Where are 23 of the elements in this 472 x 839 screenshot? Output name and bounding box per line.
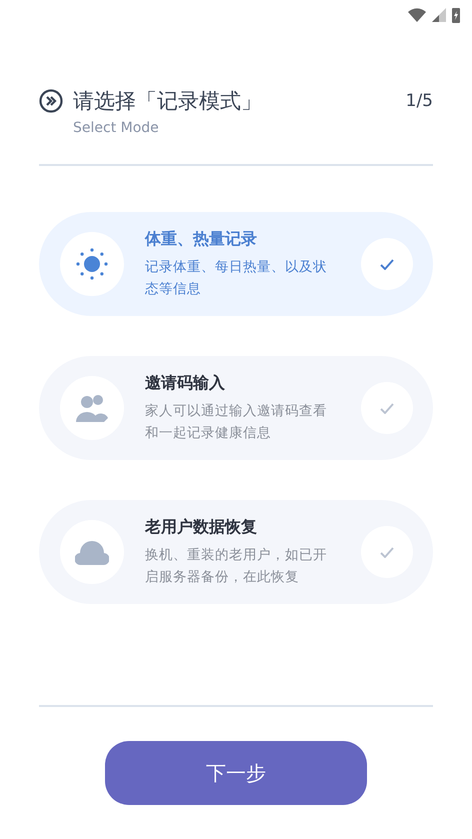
next-button[interactable]: 下一步 <box>105 741 367 805</box>
mode-option-card[interactable]: 老用户数据恢复 换机、重装的老用户，如已开启服务器备份，在此恢复 <box>39 500 433 604</box>
signal-icon <box>432 8 446 22</box>
people-icon <box>75 392 109 424</box>
option-description: 换机、重装的老用户，如已开启服务器备份，在此恢复 <box>145 546 328 586</box>
option-title: 邀请码输入 <box>145 372 226 394</box>
cloud-icon <box>75 539 109 565</box>
double-chevron-icon <box>39 89 63 113</box>
mode-option-card[interactable]: 邀请码输入 家人可以通过输入邀请码查看和一起记录健康信息 <box>39 356 433 460</box>
mode-option-card[interactable]: 体重、热量记录 记录体重、每日热量、以及状态等信息 <box>39 212 433 316</box>
check-icon <box>380 546 394 558</box>
page-subtitle: Select Mode <box>73 120 160 136</box>
wifi-icon <box>408 8 426 22</box>
battery-icon <box>452 7 460 23</box>
check-icon <box>380 402 394 414</box>
check-icon <box>380 258 394 270</box>
page-title: 请选择「记录模式」 <box>73 88 263 114</box>
option-description: 记录体重、每日热量、以及状态等信息 <box>145 258 328 298</box>
option-title: 老用户数据恢复 <box>145 516 258 538</box>
option-description: 家人可以通过输入邀请码查看和一起记录健康信息 <box>145 402 328 442</box>
option-title: 体重、热量记录 <box>145 228 258 250</box>
sun-icon <box>76 248 108 280</box>
step-counter: 1/5 <box>406 90 433 113</box>
